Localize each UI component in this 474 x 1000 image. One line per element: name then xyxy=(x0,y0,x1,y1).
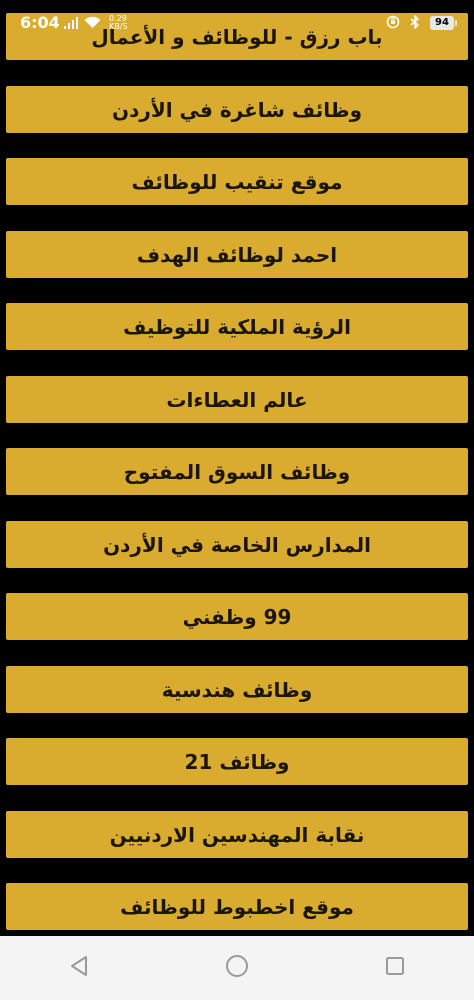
battery-icon: 94 xyxy=(430,16,457,30)
job-sites-list[interactable]: باب رزق - للوظائف و الأعمال وظائف شاغرة … xyxy=(0,0,474,936)
status-right-icons: 94 xyxy=(386,14,457,33)
navigation-bar xyxy=(0,936,474,1000)
job-site-button[interactable]: وظائف شاغرة في الأردن xyxy=(6,86,468,133)
wifi-icon xyxy=(84,14,101,33)
job-site-button[interactable]: احمد لوظائف الهدف xyxy=(6,231,468,278)
net-speed: 0.29 KB/S xyxy=(109,15,128,31)
job-site-button[interactable]: المدارس الخاصة في الأردن xyxy=(6,521,468,568)
app-screen: باب رزق - للوظائف و الأعمال وظائف شاغرة … xyxy=(0,0,474,1000)
job-site-button[interactable]: وظائف 21 xyxy=(6,738,468,785)
back-button[interactable] xyxy=(49,938,109,998)
alarm-icon xyxy=(386,14,400,33)
signal-icon xyxy=(64,14,78,33)
back-icon xyxy=(69,955,89,981)
status-bar: 6:04 0.29 KB/S 94 xyxy=(0,0,474,46)
recents-button[interactable] xyxy=(365,938,425,998)
job-site-button[interactable]: عالم العطاءات xyxy=(6,376,468,423)
job-site-button[interactable]: وظائف السوق المفتوح xyxy=(6,448,468,495)
net-speed-unit: KB/S xyxy=(109,22,128,31)
job-site-button[interactable]: نقابة المهندسين الاردنيين xyxy=(6,811,468,858)
job-site-button[interactable]: الرؤية الملكية للتوظيف xyxy=(6,303,468,350)
home-icon xyxy=(225,954,249,982)
status-time: 6:04 xyxy=(20,13,60,32)
bluetooth-icon xyxy=(410,14,420,33)
job-site-button[interactable]: موقع اخطبوط للوظائف xyxy=(6,883,468,930)
home-button[interactable] xyxy=(207,938,267,998)
job-site-button[interactable]: 99 وظفني xyxy=(6,593,468,640)
status-left-icons: 0.29 KB/S xyxy=(64,14,128,32)
recents-icon xyxy=(385,956,405,980)
job-site-button[interactable]: موقع تنقيب للوظائف xyxy=(6,158,468,205)
job-site-button[interactable]: وظائف هندسية xyxy=(6,666,468,713)
